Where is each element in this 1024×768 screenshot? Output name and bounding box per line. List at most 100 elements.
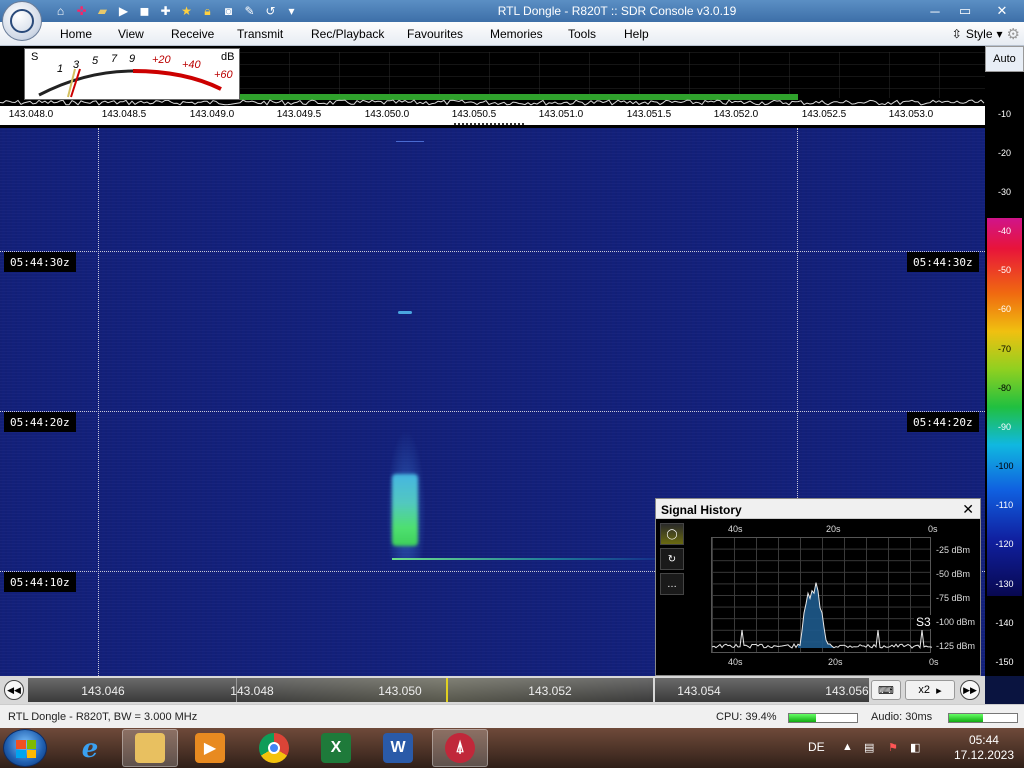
taskbar-internet-explorer[interactable]: ℯ (62, 729, 118, 767)
taskbar-media-player[interactable]: ▶ (182, 729, 238, 767)
tab-receive[interactable]: Receive (171, 27, 214, 41)
taskbar-chrome[interactable] (246, 729, 302, 767)
signal-burst (386, 430, 426, 560)
network-icon[interactable]: ⚑ (888, 741, 898, 754)
tuned-frequency-marker[interactable] (446, 678, 448, 702)
signal-history-header[interactable]: Signal History ✕ (656, 499, 980, 519)
s-label: S (31, 51, 39, 63)
style-dropdown-icon[interactable]: ▾ (997, 27, 1003, 41)
cpu-status: CPU: 39.4% (716, 711, 777, 723)
window-title: RTL Dongle - R820T :: SDR Console v3.0.1… (497, 4, 737, 18)
db-label: -30 (997, 187, 1011, 197)
system-tray: DE ▲ ▤ ⚑ ◧ 05:44 17.12.2023 (794, 728, 1024, 768)
spectrum-display[interactable]: S dB 1 3 5 7 9 +20 +40 +60 (0, 46, 985, 106)
db-label: -130 (995, 579, 1014, 589)
volume-icon[interactable]: ◧ (910, 741, 920, 754)
freq-tick: 143.050.0 (364, 109, 410, 120)
cpu-meter-fill (789, 714, 816, 722)
media-player-icon: ▶ (195, 733, 225, 763)
db-label: -120 (995, 539, 1014, 549)
freq-label: 143.052 (528, 684, 572, 698)
taskbar-file-explorer[interactable] (122, 729, 178, 767)
db-scale[interactable]: Auto -10 -20 -30 -40 -50 -60 -70 -80 -90… (985, 46, 1024, 676)
style-label[interactable]: Style (966, 27, 993, 41)
keyboard-button[interactable]: ⌨ (871, 680, 901, 700)
s-scale-3: 3 (73, 59, 80, 71)
folder-icon (135, 733, 165, 763)
tab-view[interactable]: View (118, 27, 144, 41)
s-scale-7: 7 (111, 53, 118, 65)
freq-label: 143.056 (825, 684, 869, 698)
freq-tick: 143.052.0 (713, 109, 759, 120)
clock-time: 05:44 (968, 733, 999, 747)
db-label: dB (221, 51, 235, 63)
tab-tools[interactable]: Tools (568, 27, 596, 41)
close-icon[interactable]: ✕ (962, 501, 974, 518)
sdr-console-icon: ⍋ (445, 733, 475, 763)
freq-label: 143.048 (230, 684, 274, 698)
history-x-label: 20s (826, 524, 841, 534)
s-scale-plus20: +20 (152, 54, 171, 66)
tab-help[interactable]: Help (624, 27, 649, 41)
chrome-icon (259, 733, 289, 763)
language-indicator[interactable]: DE (808, 740, 825, 754)
taskbar-excel[interactable]: X (308, 729, 364, 767)
settings-gear-icon[interactable]: ⚙ (1007, 25, 1020, 43)
scroll-left-icon[interactable]: ◀◀ (4, 680, 24, 700)
s-scale-1: 1 (57, 63, 64, 75)
clock-date: 17.12.2023 (953, 748, 1014, 762)
freq-tick: 143.049.5 (276, 109, 322, 120)
history-y-label: -25 dBm (936, 545, 971, 555)
frequency-ruler[interactable]: 143.048.0 143.048.5 143.049.0 143.049.5 … (0, 106, 985, 128)
freq-tick: 143.050.5 (451, 109, 497, 120)
timestamp-left: 05:44:20z (4, 412, 76, 432)
title-bar: ⌂ ✜ ▰ ▶ ◼ ✚ ★ 🔒︎ ◙ ✎ ↺ ▾ RTL Dongle - R8… (0, 0, 1024, 22)
s-scale-plus60: +60 (214, 69, 233, 81)
taskbar-sdr-console[interactable]: ⍋ (432, 729, 488, 767)
minimize-button[interactable]: ─ (920, 0, 950, 22)
record-icon[interactable]: ◯ (660, 523, 684, 545)
maximize-button[interactable]: ▭ (950, 0, 980, 22)
audio-meter (948, 713, 1018, 723)
reset-icon[interactable]: ↻ (660, 548, 684, 570)
taskbar-word[interactable]: W (370, 729, 426, 767)
device-status: RTL Dongle - R820T, BW = 3.000 MHz (8, 711, 198, 723)
zoom-button[interactable]: x2 ▸ (905, 680, 955, 700)
freq-label: 143.046 (81, 684, 125, 698)
chevron-right-icon: ▸ (936, 684, 942, 697)
tab-rec-playback[interactable]: Rec/Playback (311, 27, 384, 41)
menu-bar: Home View Receive Transmit Rec/Playback … (0, 22, 1024, 46)
windows-taskbar: ℯ ▶ X W ⍋ DE ▲ ▤ ⚑ ◧ 05:44 17.12.2023 (0, 728, 1024, 768)
style-arrows-icon[interactable]: ⇳ (952, 27, 962, 41)
auto-scale-button[interactable]: Auto (985, 46, 1024, 72)
visible-window[interactable] (236, 678, 653, 702)
frequency-scroll-bar: ◀◀ 143.046 143.048 143.050 143.052 143.0… (0, 676, 985, 704)
devices-icon[interactable]: ▤ (864, 741, 874, 754)
history-y-label: -50 dBm (936, 569, 971, 579)
start-button[interactable] (3, 729, 47, 767)
db-label: -90 (997, 422, 1011, 432)
signal-history-panel: Signal History ✕ ◯ ↻ … 40s 20s 0s S3 -25… (655, 498, 981, 676)
db-label: -10 (997, 109, 1011, 119)
audio-meter-fill (949, 714, 983, 722)
tray-expand-icon[interactable]: ▲ (842, 741, 853, 753)
tab-transmit[interactable]: Transmit (237, 27, 283, 41)
freq-tick: 143.051.0 (538, 109, 584, 120)
s-reading: S3 (914, 615, 933, 629)
history-x-label: 40s (728, 657, 743, 667)
signal-history-body: ◯ ↻ … 40s 20s 0s S3 -25 dBm -50 dBm -75 … (656, 519, 980, 675)
more-icon[interactable]: … (660, 573, 684, 595)
clock[interactable]: 05:44 17.12.2023 (954, 733, 1014, 763)
close-button[interactable]: ✕ (980, 0, 1024, 22)
app-logo[interactable] (2, 1, 42, 41)
scroll-right-icon[interactable]: ▶▶ (960, 680, 980, 700)
history-x-label: 0s (929, 657, 939, 667)
timestamp-right: 05:44:30z (907, 252, 979, 272)
tab-home[interactable]: Home (60, 27, 92, 41)
signal-history-title: Signal History (661, 503, 742, 517)
tab-memories[interactable]: Memories (490, 27, 543, 41)
tab-favourites[interactable]: Favourites (407, 27, 463, 41)
db-label: -110 (995, 500, 1014, 510)
s-scale-9: 9 (129, 53, 136, 65)
tuning-marker[interactable] (454, 123, 524, 126)
